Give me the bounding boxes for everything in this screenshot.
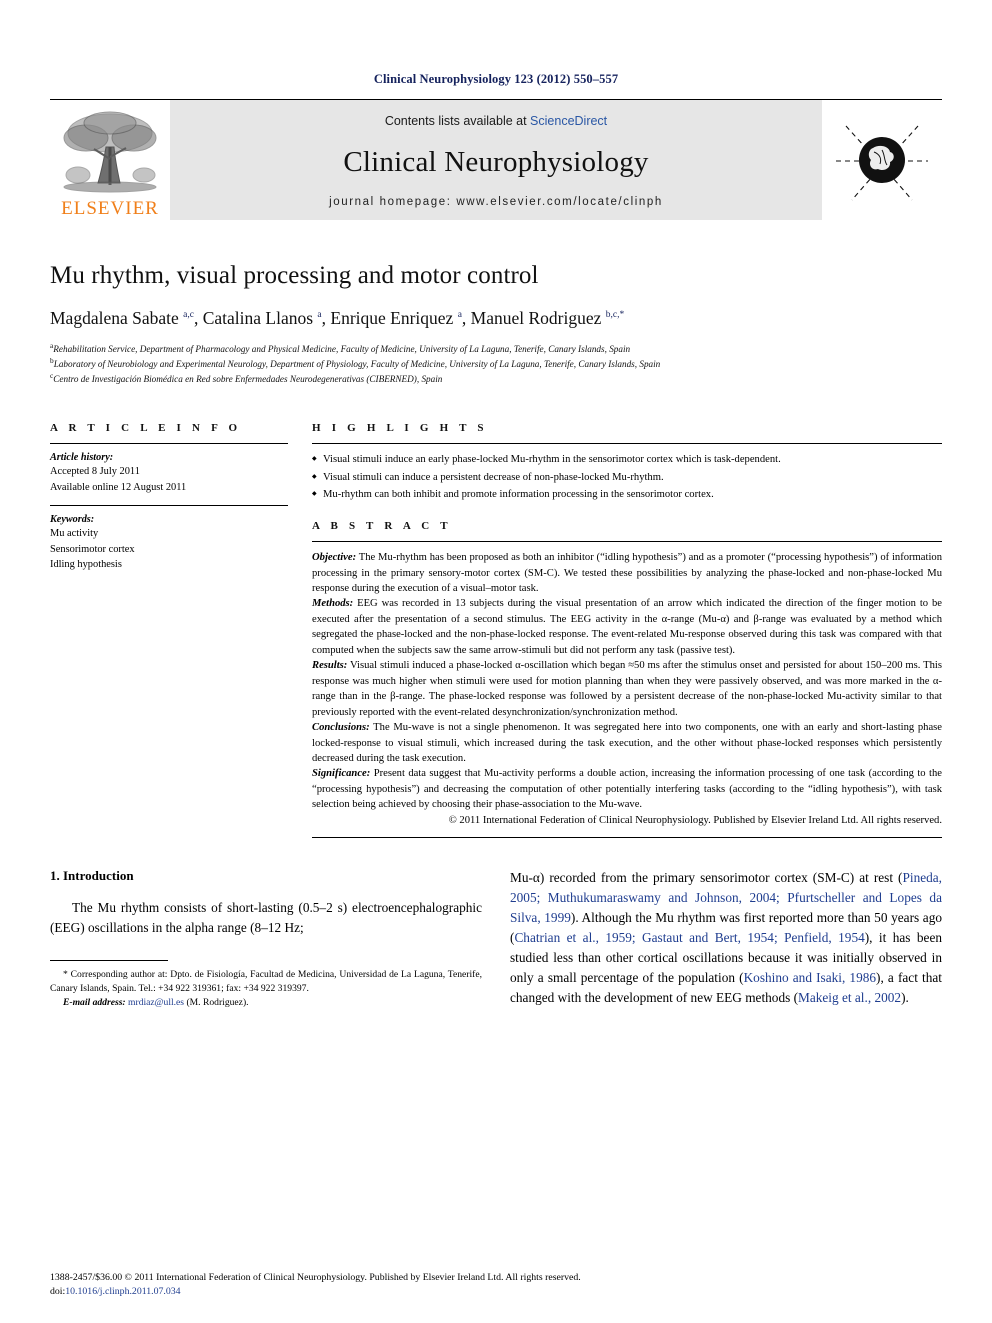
intro-paragraph-left: The Mu rhythm consists of short-lasting …	[50, 900, 482, 936]
article-info-column: A R T I C L E I N F O Article history: A…	[50, 422, 288, 838]
abstract-label-results: Results:	[312, 660, 348, 672]
info-abstract-area: A R T I C L E I N F O Article history: A…	[50, 422, 942, 839]
abstract-text-objective: The Mu-rhythm has been proposed as both …	[312, 552, 942, 595]
abstract-copyright: © 2011 International Federation of Clini…	[448, 814, 942, 826]
affiliation-a: aRehabilitation Service, Department of P…	[50, 341, 942, 356]
intro-text-1: Mu-α) recorded from the primary sensorim…	[510, 870, 903, 886]
keywords-label: Keywords:	[50, 514, 95, 526]
article-history-accepted: Accepted 8 July 2011	[50, 466, 140, 478]
colophon: 1388-2457/$36.00 © 2011 International Fe…	[50, 1271, 942, 1299]
author-list: Magdalena Sabate a,c, Catalina Llanos a,…	[50, 308, 625, 328]
journal-masthead: ELSEVIER Contents lists available at Sci…	[50, 100, 942, 220]
doi-line: doi:10.1016/j.clinph.2011.07.034	[50, 1285, 942, 1299]
intro-paragraph-right: Mu-α) recorded from the primary sensorim…	[510, 868, 942, 1008]
list-item: Visual stimuli can induce a persistent d…	[312, 470, 942, 485]
sciencedirect-link[interactable]: ScienceDirect	[530, 114, 607, 128]
abstract-label-significance: Significance:	[312, 768, 371, 780]
article-history-online: Available online 12 August 2011	[50, 481, 187, 493]
ifcn-brain-globe-icon	[832, 108, 932, 213]
affiliation-c: cCentro de Investigación Biomédica en Re…	[50, 371, 942, 386]
abstract-significance: Significance: Present data suggest that …	[312, 766, 942, 812]
article-info-heading: A R T I C L E I N F O	[50, 422, 242, 435]
abstract-text-results: Visual stimuli induced a phase-locked α-…	[312, 660, 942, 718]
journal-homepage-link[interactable]: journal homepage: www.elsevier.com/locat…	[329, 196, 663, 208]
affiliation-c-text: Centro de Investigación Biomédica en Red…	[53, 374, 443, 385]
highlights-abstract-column: H I G H L I G H T S Visual stimuli induc…	[312, 422, 942, 839]
footnote-text: Corresponding author at: Dpto. de Fisiol…	[50, 969, 482, 995]
body-column-right: Mu-α) recorded from the primary sensorim…	[510, 868, 942, 1010]
footnote-rule	[50, 960, 168, 962]
highlights-heading: H I G H L I G H T S	[312, 422, 488, 435]
email-owner: (M. Rodriguez).	[186, 997, 249, 1009]
citation-link[interactable]: Chatrian et al., 1959; Gastaut and Bert,…	[514, 930, 864, 945]
abstract-bottom-rule	[312, 837, 942, 839]
abstract-label-conclusions: Conclusions:	[312, 722, 370, 734]
page-title: Mu rhythm, visual processing and motor c…	[50, 262, 539, 289]
abstract-text-significance: Present data suggest that Mu-activity pe…	[312, 768, 942, 811]
citation-link[interactable]: Koshino and Isaki, 1986	[744, 970, 876, 985]
body-column-left: 1. Introduction The Mu rhythm consists o…	[50, 868, 482, 1010]
doi-prefix: doi:	[50, 1286, 66, 1298]
contents-prefix: Contents lists available at	[384, 114, 531, 128]
email-footnote: E-mail address: mrdiaz@ull.es (M. Rodrig…	[50, 996, 482, 1010]
elsevier-wordmark: ELSEVIER	[61, 198, 159, 219]
corresponding-author-footnote: * Corresponding author at: Dpto. de Fisi…	[50, 968, 482, 996]
elsevier-logo[interactable]: ELSEVIER	[50, 100, 170, 220]
elsevier-tree-icon	[58, 107, 162, 199]
keyword-item: Sensorimotor cortex	[50, 543, 135, 555]
email-link[interactable]: mrdiaz@ull.es	[128, 997, 184, 1008]
intro-text-5: ).	[901, 989, 909, 1005]
body-area: 1. Introduction The Mu rhythm consists o…	[50, 868, 942, 1010]
abstract-label-objective: Objective:	[312, 552, 357, 564]
abstract-objective: Objective: The Mu-rhythm has been propos…	[312, 550, 942, 596]
journal-title: Clinical Neurophysiology	[343, 145, 649, 178]
affiliation-a-text: Rehabilitation Service, Department of Ph…	[53, 344, 631, 355]
abstract-rule	[312, 541, 942, 543]
list-item: Visual stimuli induce an early phase-loc…	[312, 452, 942, 467]
abstract-text-methods: EEG was recorded in 13 subjects during t…	[312, 598, 942, 656]
affiliation-b-text: Laboratory of Neurobiology and Experimen…	[53, 359, 661, 370]
abstract-results: Results: Visual stimuli induced a phase-…	[312, 658, 942, 720]
abstract-label-methods: Methods:	[312, 598, 354, 610]
footnote-marker: *	[63, 969, 68, 981]
section-heading-introduction: 1. Introduction	[50, 868, 134, 884]
abstract-heading: A B S T R A C T	[312, 520, 452, 533]
title-block: Mu rhythm, visual processing and motor c…	[50, 262, 942, 386]
article-page: Clinical Neurophysiology 123 (2012) 550–…	[0, 0, 992, 1323]
keywords-rule	[50, 505, 288, 507]
contents-available-line: Contents lists available at ScienceDirec…	[385, 114, 607, 128]
citation-link[interactable]: Makeig et al., 2002	[798, 990, 901, 1005]
list-item: Mu-rhythm can both inhibit and promote i…	[312, 487, 942, 502]
affiliation-list: aRehabilitation Service, Department of P…	[50, 341, 942, 386]
issn-copyright-line: 1388-2457/$36.00 © 2011 International Fe…	[50, 1272, 581, 1284]
keyword-item: Idling hypothesis	[50, 558, 122, 570]
article-history-label: Article history:	[50, 452, 114, 464]
abstract-conclusions: Conclusions: The Mu-wave is not a single…	[312, 720, 942, 766]
highlights-rule	[312, 443, 942, 445]
article-info-rule	[50, 443, 288, 445]
doi-link[interactable]: 10.1016/j.clinph.2011.07.034	[65, 1286, 180, 1297]
abstract-methods: Methods: EEG was recorded in 13 subjects…	[312, 596, 942, 658]
email-label: E-mail address:	[63, 997, 126, 1009]
keyword-item: Mu activity	[50, 528, 99, 540]
masthead-center-panel: Contents lists available at ScienceDirec…	[170, 100, 822, 220]
journal-cover-mark	[822, 100, 942, 220]
running-head: Clinical Neurophysiology 123 (2012) 550–…	[373, 72, 619, 86]
highlights-list: Visual stimuli induce an early phase-loc…	[312, 452, 942, 502]
affiliation-b: bLaboratory of Neurobiology and Experime…	[50, 356, 942, 371]
abstract-text-conclusions: The Mu-wave is not a single phenomenon. …	[312, 722, 942, 765]
